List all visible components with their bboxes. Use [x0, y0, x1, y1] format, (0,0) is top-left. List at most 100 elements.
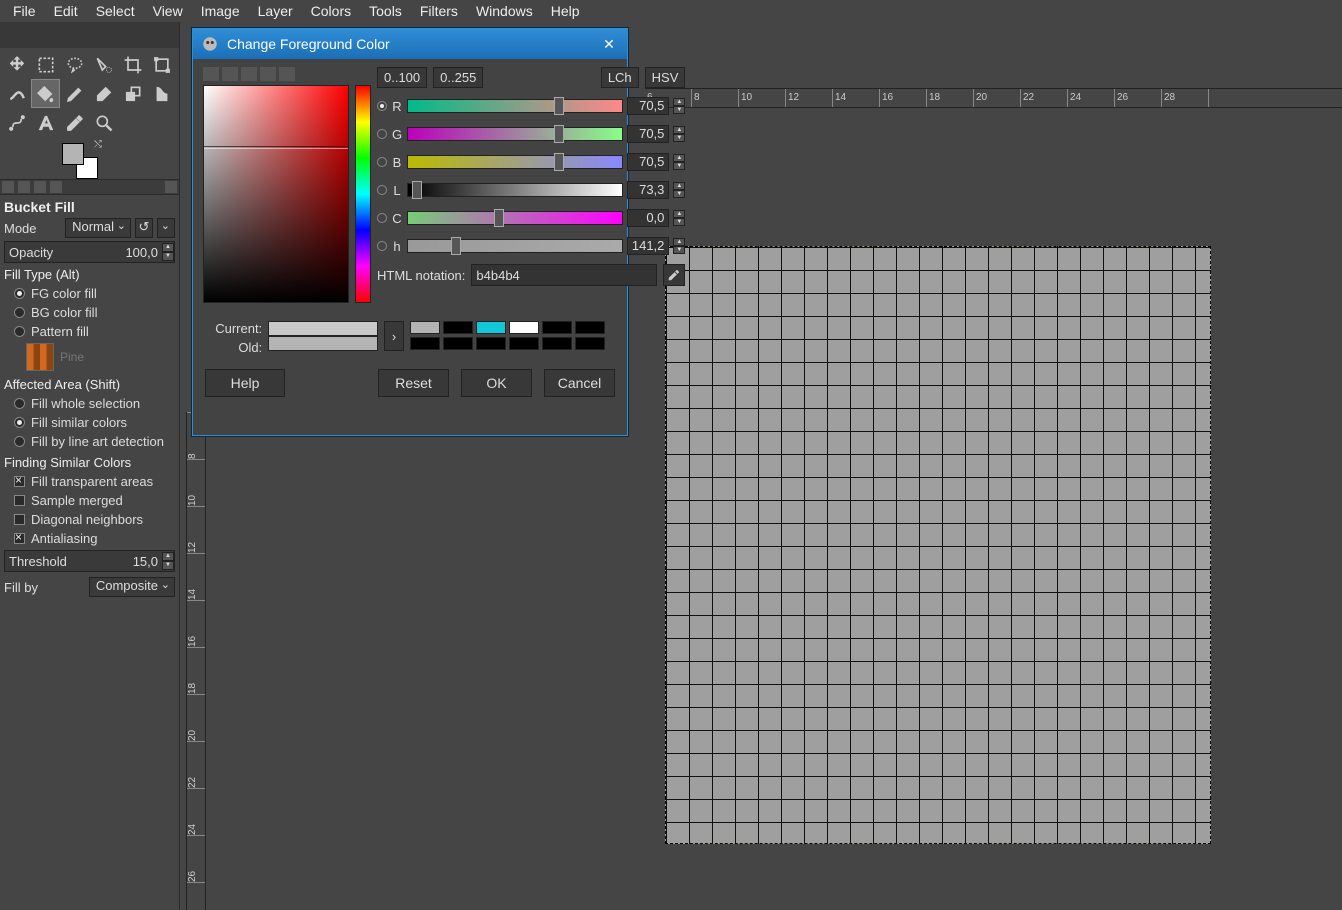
menu-file[interactable]: File [4, 1, 45, 21]
check-sample-merged[interactable] [14, 495, 25, 506]
dialog-titlebar[interactable]: Change Foreground Color ✕ [193, 29, 627, 59]
dock-menu-icon[interactable] [165, 181, 177, 193]
h-value[interactable]: 141,2 [627, 237, 669, 255]
history-swatch[interactable] [476, 321, 506, 334]
l-slider[interactable] [407, 183, 623, 197]
l-value[interactable]: 73,3 [627, 181, 669, 199]
tool-crop[interactable] [118, 50, 147, 79]
g-value[interactable]: 70,5 [627, 125, 669, 143]
l-down[interactable]: ▼ [673, 190, 685, 198]
h-down[interactable]: ▼ [673, 246, 685, 254]
radio-b[interactable] [377, 157, 387, 167]
radio-fill-lineart[interactable] [14, 436, 25, 447]
history-swatch[interactable] [410, 337, 440, 350]
opacity-slider[interactable]: Opacity 100,0 ▲▼ [4, 241, 175, 263]
reset-button[interactable]: Reset [378, 369, 449, 397]
radio-g[interactable] [377, 129, 387, 139]
radio-r[interactable] [377, 101, 387, 111]
radio-pattern-fill[interactable] [14, 326, 25, 337]
check-diagonal-neighbors[interactable] [14, 514, 25, 525]
history-swatch[interactable] [575, 321, 605, 334]
html-notation-input[interactable] [471, 264, 657, 286]
g-up[interactable]: ▲ [673, 126, 685, 134]
fg-color[interactable] [62, 143, 84, 165]
r-value[interactable]: 70,5 [627, 97, 669, 115]
l-up[interactable]: ▲ [673, 182, 685, 190]
history-swatch[interactable] [443, 321, 473, 334]
colortab-icon[interactable] [260, 67, 276, 81]
hsv-button[interactable]: HSV [645, 67, 686, 88]
menu-select[interactable]: Select [87, 1, 144, 21]
threshold-slider[interactable]: Threshold 15,0 ▲▼ [4, 550, 175, 572]
colortab-icon[interactable] [222, 67, 238, 81]
threshold-up[interactable]: ▲ [162, 552, 174, 561]
dock-tab-1[interactable] [2, 181, 14, 193]
history-swatch[interactable] [542, 321, 572, 334]
mode-select[interactable]: Normal [65, 218, 131, 238]
swap-colors-icon[interactable]: ⤭ [94, 139, 102, 150]
tool-rect-select[interactable] [31, 50, 60, 79]
history-swatch[interactable] [509, 337, 539, 350]
mode-extra-select[interactable] [157, 218, 175, 238]
menu-help[interactable]: Help [542, 1, 589, 21]
opacity-down[interactable]: ▼ [162, 252, 174, 261]
history-swatch[interactable] [509, 321, 539, 334]
range-0-100-button[interactable]: 0..100 [377, 67, 427, 88]
dock-tab-2[interactable] [18, 181, 30, 193]
threshold-down[interactable]: ▼ [162, 561, 174, 570]
colortab-icon[interactable] [203, 67, 219, 81]
history-swatch[interactable] [443, 337, 473, 350]
menu-colors[interactable]: Colors [302, 1, 360, 21]
history-swatch[interactable] [476, 337, 506, 350]
g-down[interactable]: ▼ [673, 134, 685, 142]
c-slider[interactable] [407, 211, 623, 225]
tool-free-select[interactable] [60, 50, 89, 79]
opacity-up[interactable]: ▲ [162, 243, 174, 252]
menu-view[interactable]: View [144, 1, 192, 21]
tool-eraser[interactable] [89, 79, 118, 108]
fg-bg-selector[interactable]: ⤭ [62, 143, 98, 179]
g-slider[interactable] [407, 127, 623, 141]
tool-zoom[interactable] [89, 108, 118, 137]
mode-reset-button[interactable]: ↺ [135, 218, 153, 238]
cancel-button[interactable]: Cancel [544, 369, 615, 397]
history-swatch[interactable] [542, 337, 572, 350]
color-field[interactable] [203, 85, 349, 303]
check-fill-transparent[interactable] [14, 476, 25, 487]
colortab-icon[interactable] [279, 67, 295, 81]
range-0-255-button[interactable]: 0..255 [433, 67, 483, 88]
tool-move[interactable] [2, 50, 31, 79]
dock-tab-4[interactable] [50, 181, 62, 193]
close-button[interactable]: ✕ [599, 36, 619, 53]
dock-tab-3[interactable] [34, 181, 46, 193]
history-swatch[interactable] [410, 321, 440, 334]
tool-paintbrush[interactable] [60, 79, 89, 108]
radio-bg-fill[interactable] [14, 307, 25, 318]
menu-tools[interactable]: Tools [360, 1, 411, 21]
radio-c[interactable] [377, 213, 387, 223]
menu-image[interactable]: Image [192, 1, 249, 21]
lch-button[interactable]: LCh [601, 67, 639, 88]
add-to-history-button[interactable]: › [384, 321, 404, 351]
b-value[interactable]: 70,5 [627, 153, 669, 171]
hue-bar[interactable] [355, 85, 371, 303]
b-up[interactable]: ▲ [673, 154, 685, 162]
ok-button[interactable]: OK [461, 369, 532, 397]
b-slider[interactable] [407, 155, 623, 169]
pattern-swatch[interactable] [26, 343, 54, 371]
menu-layer[interactable]: Layer [249, 1, 302, 21]
tool-path[interactable] [2, 108, 31, 137]
r-slider[interactable] [407, 99, 623, 113]
h-slider[interactable] [407, 239, 623, 253]
tool-bucket-fill[interactable] [31, 79, 60, 108]
tool-text[interactable] [31, 108, 60, 137]
colortab-icon[interactable] [241, 67, 257, 81]
canvas[interactable] [665, 246, 1211, 844]
tool-warp[interactable] [2, 79, 31, 108]
radio-h[interactable] [377, 241, 387, 251]
radio-l[interactable] [377, 185, 387, 195]
r-up[interactable]: ▲ [673, 98, 685, 106]
menu-filters[interactable]: Filters [411, 1, 467, 21]
r-down[interactable]: ▼ [673, 106, 685, 114]
h-up[interactable]: ▲ [673, 238, 685, 246]
